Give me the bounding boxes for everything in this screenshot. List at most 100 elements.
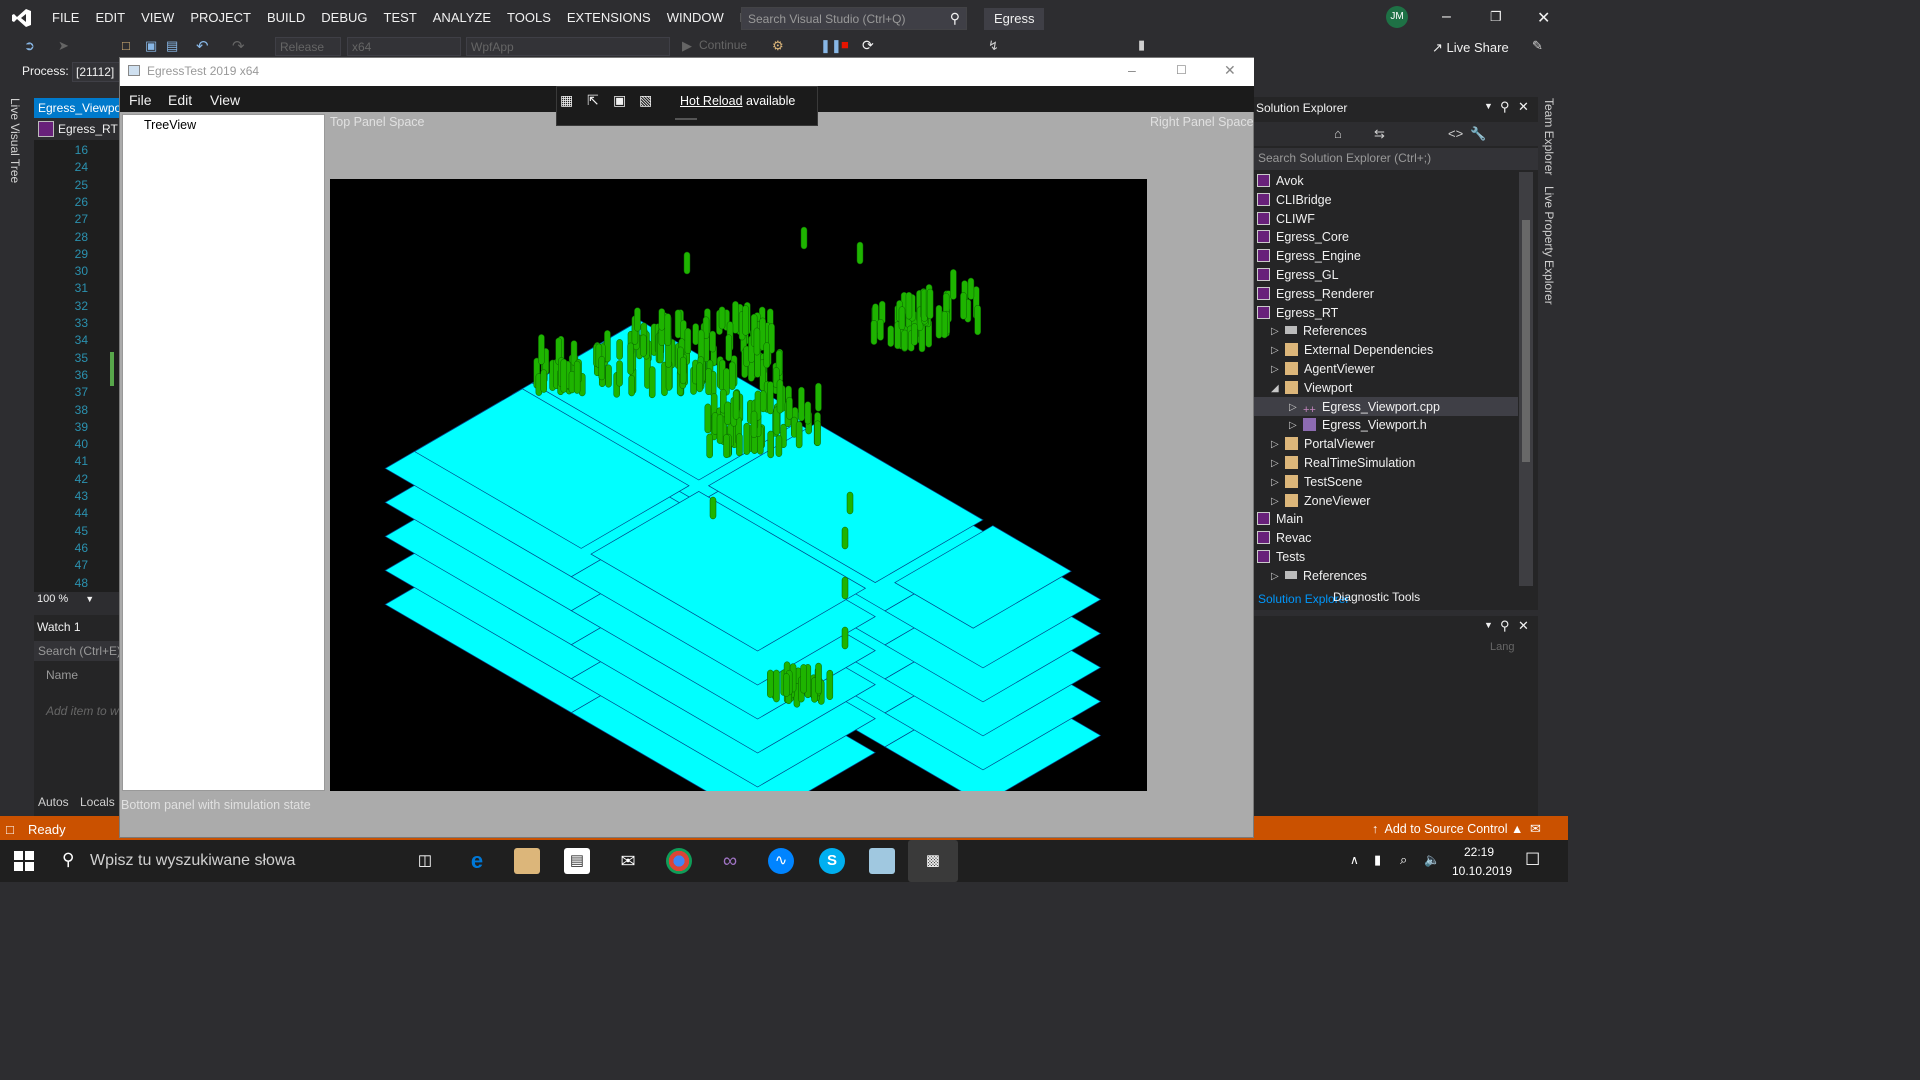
notifications-icon[interactable]: ✉ — [1530, 821, 1541, 837]
tab-autos[interactable]: Autos — [38, 795, 69, 809]
tree-item[interactable]: TestScene — [1285, 473, 1362, 492]
tab-diagnostic-tools[interactable]: Diagnostic Tools — [1333, 590, 1420, 604]
close-panel-icon[interactable]: ✕ — [1518, 618, 1529, 634]
live-property-explorer-tab[interactable]: Live Property Explorer — [1542, 186, 1556, 305]
windows-start-icon[interactable] — [14, 851, 34, 874]
menu-analyze[interactable]: ANALYZE — [425, 0, 499, 36]
team-explorer-tab[interactable]: Team Explorer — [1542, 98, 1556, 175]
menu-extensions[interactable]: EXTENSIONS — [559, 0, 659, 36]
startup-project-select[interactable]: WpfApp — [466, 37, 670, 56]
minimize-icon[interactable]: – — [1442, 8, 1451, 26]
restore-icon[interactable]: ❐ — [1490, 9, 1502, 25]
pin-icon[interactable]: ⚲ — [1500, 99, 1510, 115]
undo-icon[interactable]: ↶ — [196, 37, 209, 55]
app-menu-view[interactable]: View — [210, 92, 240, 108]
save-icon[interactable]: ▣ — [145, 38, 157, 54]
app-menu-file[interactable]: File — [129, 92, 152, 108]
tree-item[interactable]: Egress_Core — [1257, 228, 1349, 247]
collapsed-arrow-icon[interactable]: ▷ — [1271, 571, 1279, 582]
continue-icon[interactable]: ▶ — [682, 38, 692, 54]
tree-item[interactable]: PortalViewer — [1285, 435, 1375, 454]
track-focus-icon[interactable]: ▧ — [639, 92, 652, 109]
chrome-icon[interactable] — [666, 848, 692, 874]
solution-search-input[interactable]: Search Solution Explorer (Ctrl+;) — [1254, 148, 1538, 170]
collapsed-arrow-icon[interactable]: ▷ — [1289, 420, 1297, 431]
collapsed-arrow-icon[interactable]: ▷ — [1271, 477, 1279, 488]
collapsed-arrow-icon[interactable]: ▷ — [1271, 496, 1279, 507]
pointer-select-icon[interactable]: ⇱ — [587, 92, 599, 109]
tree-item[interactable]: Viewport — [1285, 379, 1352, 398]
visual-studio-logo-icon[interactable] — [0, 0, 44, 36]
zoom-select[interactable]: 100 % ▼ — [34, 592, 120, 608]
menu-view[interactable]: VIEW — [133, 0, 182, 36]
live-visual-tree-tab[interactable]: Live Visual Tree — [8, 98, 22, 183]
hot-reload-link[interactable]: Hot Reload — [680, 94, 743, 108]
forward-icon[interactable]: ➤ — [58, 38, 69, 54]
tab-locals[interactable]: Locals — [80, 795, 115, 809]
collapsed-arrow-icon[interactable]: ▷ — [1271, 345, 1279, 356]
editor-nav-dropdown[interactable]: Egress_RT — [34, 118, 120, 140]
visual-studio-icon[interactable]: ∞ — [717, 848, 743, 874]
menu-tools[interactable]: TOOLS — [499, 0, 559, 36]
user-avatar[interactable]: JM — [1386, 6, 1408, 28]
restart-icon[interactable]: ⟳ — [862, 37, 874, 54]
volume-icon[interactable]: 🔈 — [1424, 852, 1440, 868]
skype-icon[interactable]: S — [819, 848, 845, 874]
properties-icon[interactable]: 🔧 — [1470, 126, 1486, 142]
save-all-icon[interactable]: ▤ — [166, 38, 178, 54]
close-panel-icon[interactable]: ✕ — [1518, 99, 1529, 115]
close-icon[interactable]: ✕ — [1537, 8, 1550, 28]
collapsed-arrow-icon[interactable]: ▷ — [1271, 364, 1279, 375]
tree-item[interactable]: CLIBridge — [1257, 191, 1332, 210]
tree-item[interactable]: Egress_Renderer — [1257, 285, 1374, 304]
collapse-handle[interactable] — [675, 118, 697, 120]
menu-window[interactable]: WINDOW — [659, 0, 732, 36]
tree-item[interactable]: Egress_RT — [1257, 304, 1338, 323]
expanded-arrow-icon[interactable]: ◢ — [1271, 383, 1279, 394]
build-config-select[interactable]: Release — [275, 37, 341, 56]
back-icon[interactable]: ➲ — [24, 38, 35, 54]
egress-app-taskbar-icon[interactable]: ▩ — [908, 840, 958, 882]
menu-project[interactable]: PROJECT — [182, 0, 259, 36]
mail-icon[interactable]: ✉ — [615, 848, 641, 874]
continue-button[interactable]: Continue — [699, 38, 747, 52]
menu-edit[interactable]: EDIT — [87, 0, 133, 36]
hot-reload-icon[interactable]: ⚙ — [772, 38, 784, 54]
collapsed-arrow-icon[interactable]: ▷ — [1271, 326, 1279, 337]
platform-select[interactable]: x64 — [347, 37, 461, 56]
collapsed-arrow-icon[interactable]: ▷ — [1289, 402, 1297, 413]
tree-item[interactable]: Main — [1257, 510, 1303, 529]
panel-menu-icon[interactable]: ▼ — [1484, 101, 1493, 111]
feedback-icon[interactable]: ✎ — [1532, 38, 1543, 54]
home-icon[interactable]: ⌂ — [1334, 126, 1342, 141]
menu-file[interactable]: FILE — [44, 0, 87, 36]
editor-tab-active[interactable]: Egress_Viewport.cpp — [34, 98, 120, 118]
menu-test[interactable]: TEST — [376, 0, 425, 36]
add-to-source-control-button[interactable]: ↑ Add to Source Control ▲ — [1372, 822, 1523, 836]
tree-item[interactable]: External Dependencies — [1285, 341, 1433, 360]
pin-icon[interactable]: ⚲ — [1500, 618, 1510, 634]
menu-debug[interactable]: DEBUG — [313, 0, 375, 36]
tree-item[interactable]: Egress_Viewport.h — [1303, 416, 1427, 435]
tree-item[interactable]: ++ Egress_Viewport.cpp — [1303, 398, 1440, 417]
app-maximize-icon[interactable]: ☐ — [1176, 63, 1187, 77]
select-element-icon[interactable]: ▦ — [560, 92, 573, 109]
clock-time[interactable]: 22:19 — [1464, 845, 1494, 859]
bookmark-icon[interactable]: ▮ — [1138, 37, 1145, 53]
collapsed-arrow-icon[interactable]: ▷ — [1271, 458, 1279, 469]
code-view-icon[interactable]: <> — [1448, 126, 1463, 141]
tree-item[interactable]: Avok — [1257, 172, 1304, 191]
edge-icon[interactable]: e — [464, 848, 490, 874]
open-folder-icon[interactable]: □ — [122, 38, 130, 53]
file-explorer-icon[interactable] — [514, 848, 540, 874]
vs-search-input[interactable]: Search Visual Studio (Ctrl+Q) ⚲ — [741, 7, 967, 30]
treeview-panel[interactable] — [122, 114, 325, 791]
sync-icon[interactable]: ⇆ — [1374, 126, 1385, 142]
process-select[interactable]: [21112] — [72, 62, 120, 82]
tree-item[interactable]: CLIWF — [1257, 210, 1315, 229]
tree-item[interactable]: RealTimeSimulation — [1285, 454, 1415, 473]
scrollbar-thumb[interactable] — [1522, 220, 1530, 462]
battery-icon[interactable]: ▮ — [1374, 852, 1381, 868]
3d-viewport[interactable] — [330, 179, 1147, 791]
stop-icon[interactable]: ■ — [841, 37, 849, 52]
